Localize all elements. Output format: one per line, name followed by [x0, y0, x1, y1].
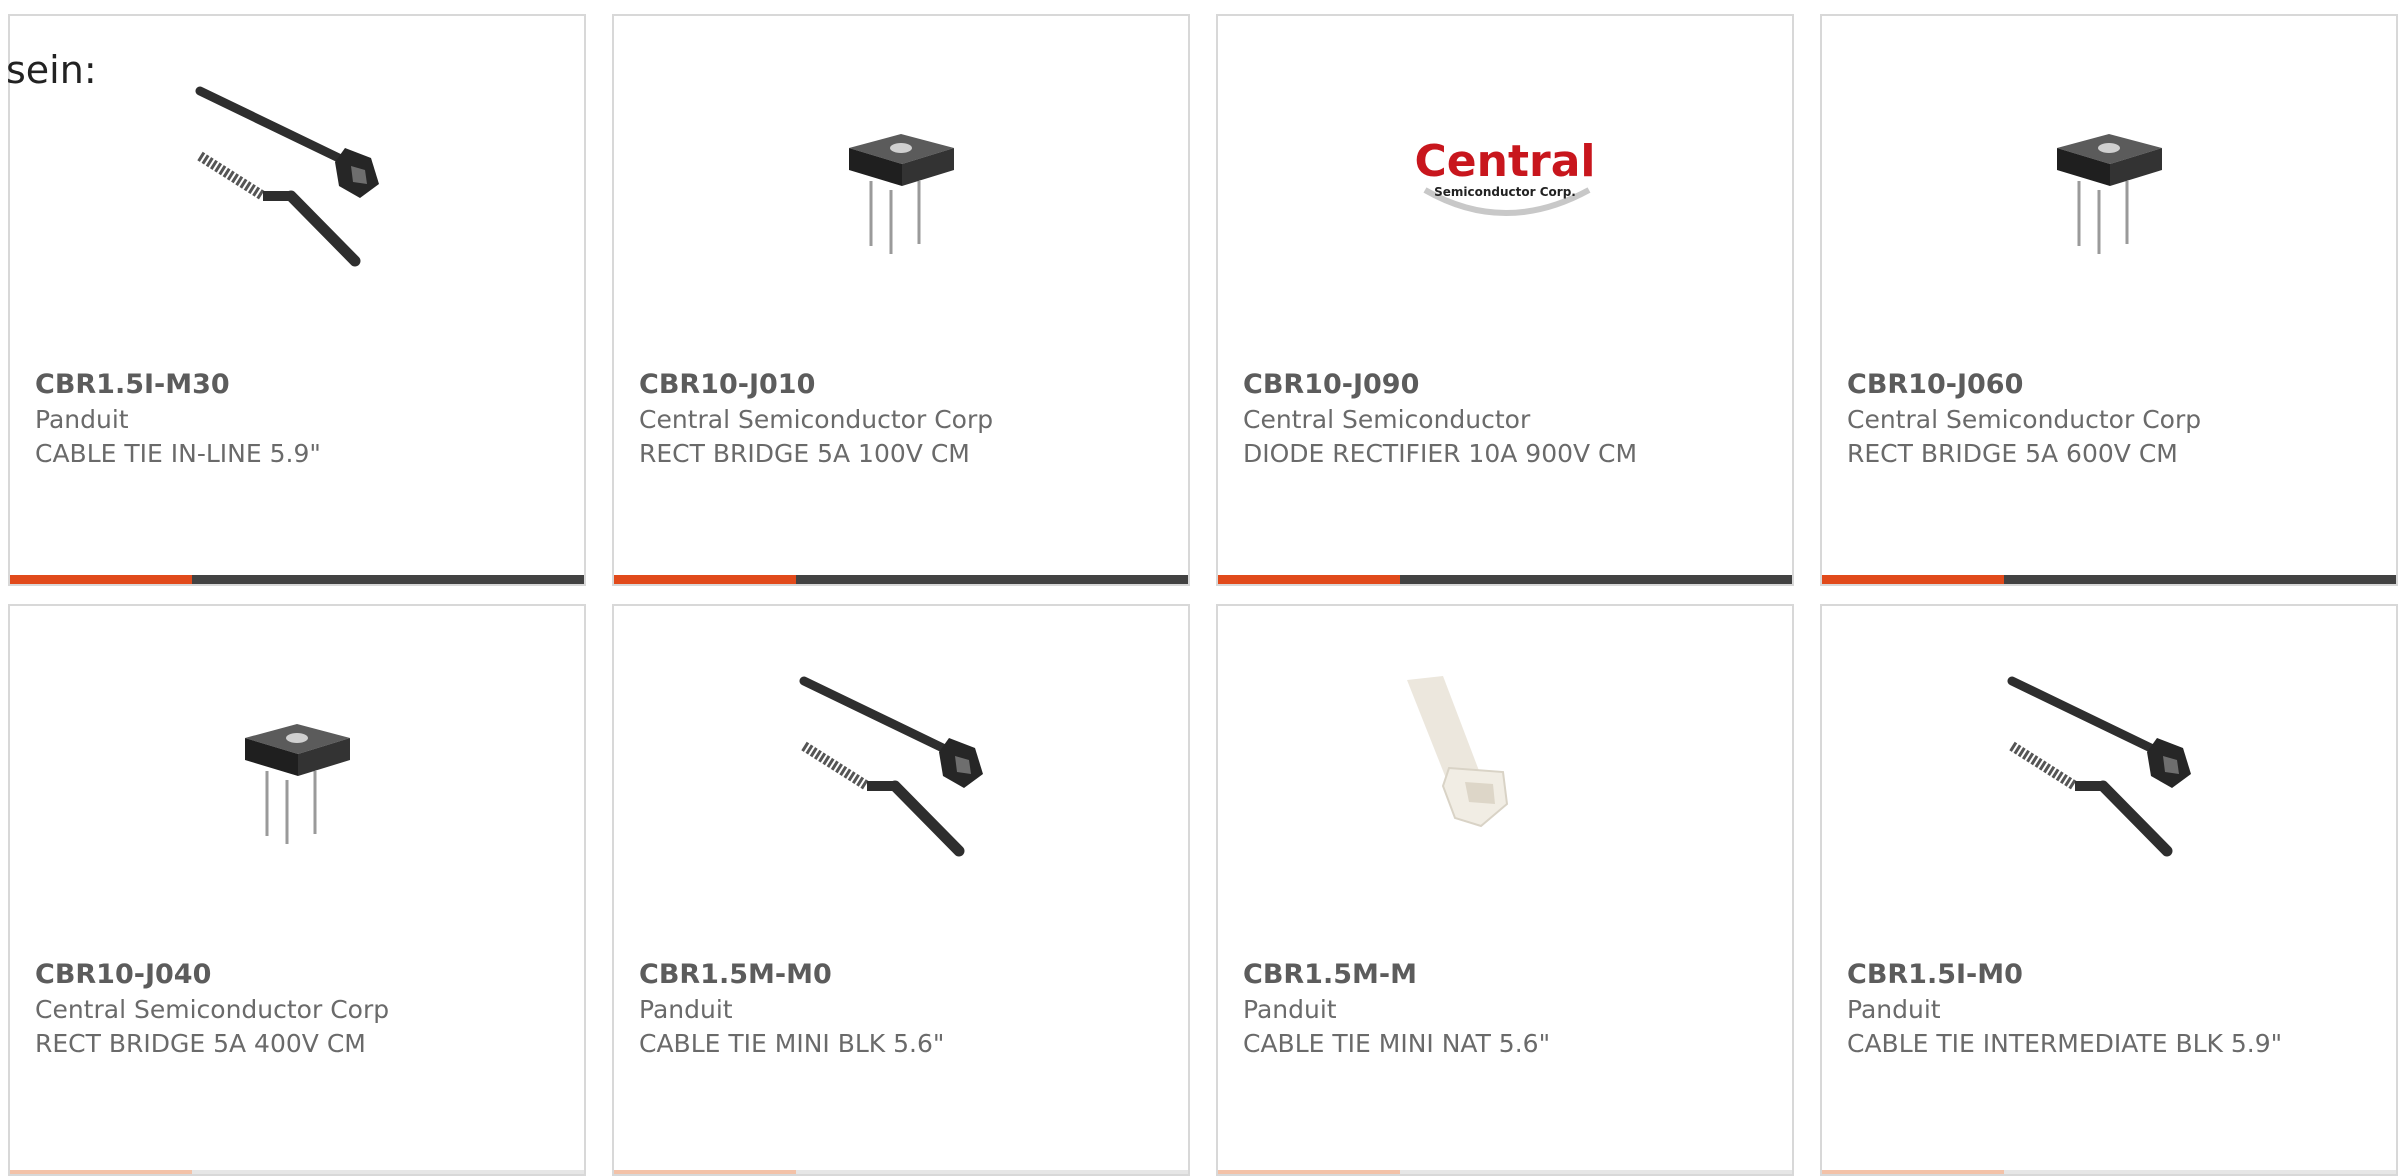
card-accent — [1822, 1170, 2004, 1174]
manufacturer: Panduit — [1847, 995, 1941, 1024]
part-number[interactable]: CBR10-J010 — [639, 368, 815, 402]
product-card[interactable]: CBR10-J010 Central Semiconductor Corp RE… — [612, 14, 1190, 586]
card-accent — [614, 575, 796, 584]
product-card[interactable]: CBR1.5I-M0 Panduit CABLE TIE INTERMEDIAT… — [1820, 604, 2398, 1176]
logo-subtext: Semiconductor Corp. — [1434, 185, 1576, 199]
description: RECT BRIDGE 5A 100V CM — [639, 439, 970, 468]
description: RECT BRIDGE 5A 600V CM — [1847, 439, 2178, 468]
manufacturer: Central Semiconductor Corp — [35, 995, 390, 1024]
card-bottom-bar — [1822, 575, 2396, 584]
product-card[interactable]: CBR10-J060 Central Semiconductor Corp RE… — [1820, 14, 2398, 586]
description: CABLE TIE MINI NAT 5.6" — [1243, 1029, 1551, 1058]
product-card[interactable]: CBR1.5M-M Panduit CABLE TIE MINI NAT 5.6… — [1216, 604, 1794, 1176]
part-number[interactable]: CBR1.5M-M — [1243, 958, 1417, 992]
manufacturer: Panduit — [35, 405, 129, 434]
part-number[interactable]: CBR10-J060 — [1847, 368, 2023, 402]
central-semiconductor-logo: Central Semiconductor Corp. — [1403, 86, 1607, 290]
card-accent — [1218, 575, 1400, 584]
cable-tie-black-image — [195, 86, 399, 290]
manufacturer: Central Semiconductor — [1243, 405, 1531, 434]
part-number[interactable]: CBR1.5I-M0 — [1847, 958, 2023, 992]
description: CABLE TIE INTERMEDIATE BLK 5.9" — [1847, 1029, 2283, 1058]
cable-tie-black-image — [2007, 676, 2211, 880]
description: DIODE RECTIFIER 10A 900V CM — [1243, 439, 1638, 468]
bridge-rectifier-image — [195, 676, 399, 880]
part-number[interactable]: CBR10-J090 — [1243, 368, 1419, 402]
bridge-rectifier-image — [2007, 86, 2211, 290]
card-bottom-bar — [614, 575, 1188, 584]
manufacturer: Central Semiconductor Corp — [1847, 405, 2202, 434]
card-bottom-bar — [1218, 1170, 1792, 1174]
cable-tie-natural-image — [1403, 676, 1607, 880]
part-number[interactable]: CBR1.5I-M30 — [35, 368, 230, 402]
description: CABLE TIE IN-LINE 5.9" — [35, 439, 321, 468]
card-accent — [10, 575, 192, 584]
cable-tie-black-image — [799, 676, 1003, 880]
card-accent — [614, 1170, 796, 1174]
description: RECT BRIDGE 5A 400V CM — [35, 1029, 366, 1058]
card-accent — [10, 1170, 192, 1174]
card-bottom-bar — [10, 575, 584, 584]
card-bottom-bar — [10, 1170, 584, 1174]
product-card[interactable]: CBR10-J040 Central Semiconductor Corp RE… — [8, 604, 586, 1176]
manufacturer: Panduit — [639, 995, 733, 1024]
product-card[interactable]: CBR1.5I-M30 Panduit CABLE TIE IN-LINE 5.… — [8, 14, 586, 586]
logo-wordmark: Central — [1415, 136, 1596, 187]
manufacturer: Panduit — [1243, 995, 1337, 1024]
product-card[interactable]: Central Semiconductor Corp. CBR10-J090 C… — [1216, 14, 1794, 586]
card-bottom-bar — [1822, 1170, 2396, 1174]
part-number[interactable]: CBR10-J040 — [35, 958, 211, 992]
product-card[interactable]: CBR1.5M-M0 Panduit CABLE TIE MINI BLK 5.… — [612, 604, 1190, 1176]
part-number[interactable]: CBR1.5M-M0 — [639, 958, 832, 992]
description: CABLE TIE MINI BLK 5.6" — [639, 1029, 945, 1058]
card-accent — [1822, 575, 2004, 584]
manufacturer: Central Semiconductor Corp — [639, 405, 994, 434]
bridge-rectifier-image — [799, 86, 1003, 290]
card-bottom-bar — [614, 1170, 1188, 1174]
lead-text: sein: — [6, 48, 97, 92]
card-accent — [1218, 1170, 1400, 1174]
card-bottom-bar — [1218, 575, 1792, 584]
